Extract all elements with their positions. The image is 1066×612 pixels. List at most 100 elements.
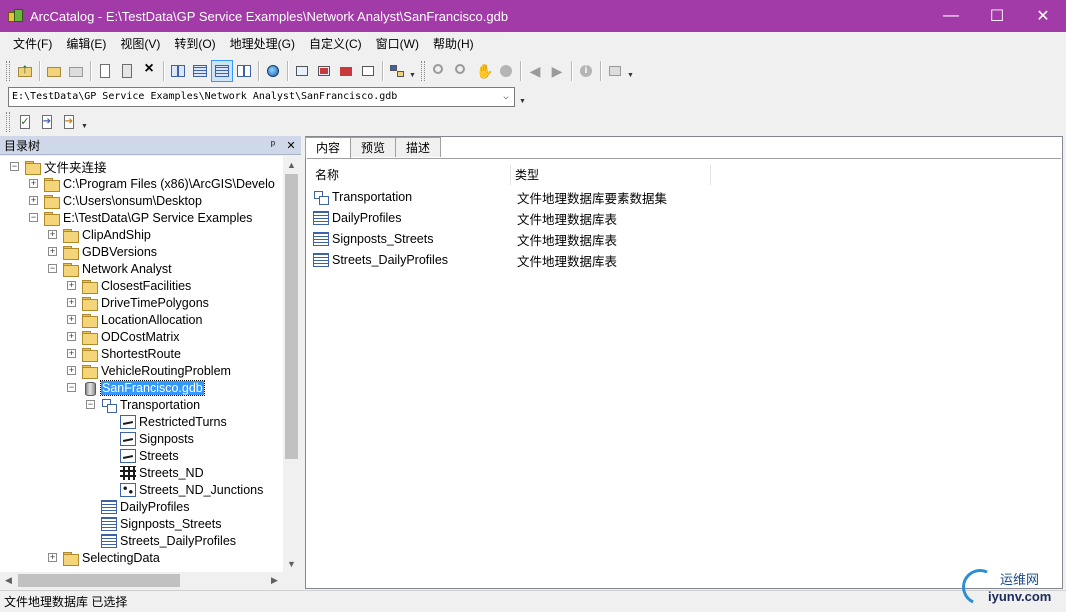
tree-vertical-scrollbar[interactable]: ▲ ▼	[283, 156, 300, 572]
toolbar-overflow-dropdown[interactable]: ▼	[626, 61, 635, 81]
close-button[interactable]: ✕	[1020, 0, 1066, 32]
list-view-button[interactable]	[189, 60, 211, 82]
location-toolbar-dropdown[interactable]: ▼	[518, 87, 527, 107]
catalog-tree-window-button[interactable]	[291, 60, 313, 82]
full-extent-button[interactable]	[495, 60, 517, 82]
python-window-button[interactable]	[357, 60, 379, 82]
menu-window[interactable]: 窗口(W)	[369, 34, 426, 54]
menu-file[interactable]: 文件(F)	[6, 34, 59, 54]
tree-node[interactable]: − E:\TestData\GP Service Examples	[29, 209, 252, 226]
scroll-thumb[interactable]	[18, 574, 180, 587]
toolbar-grip[interactable]	[421, 61, 425, 81]
delete-button[interactable]: ×	[138, 60, 160, 82]
expand-icon[interactable]: +	[48, 230, 57, 239]
tree-node[interactable]: + LocationAllocation	[67, 311, 202, 328]
tree-node[interactable]: + ClipAndShip	[48, 226, 151, 243]
tab-preview[interactable]: 预览	[350, 137, 397, 157]
panel-close-icon[interactable]: ✕	[283, 137, 299, 153]
expand-icon[interactable]: +	[48, 553, 57, 562]
collapse-icon[interactable]: −	[10, 162, 19, 171]
column-header-name[interactable]: 名称	[311, 165, 511, 185]
tree-node[interactable]: Streets	[105, 447, 179, 464]
tree-node[interactable]: + VehicleRoutingProblem	[67, 362, 231, 379]
tree-node[interactable]: Signposts	[105, 430, 194, 447]
collapse-icon[interactable]: −	[29, 213, 38, 222]
arctoolbox-window-button[interactable]	[335, 60, 357, 82]
toolbar-overflow-dropdown[interactable]: ▼	[408, 61, 417, 81]
minimize-button[interactable]: —	[928, 0, 974, 32]
tree-node[interactable]: + ShortestRoute	[67, 345, 181, 362]
list-item[interactable]: Signposts_Streets 文件地理数据库表	[313, 229, 617, 249]
toolbar-overflow-dropdown[interactable]: ▼	[80, 112, 89, 132]
tree-node[interactable]: Signposts_Streets	[86, 515, 221, 532]
tree-node[interactable]: + SelectingData	[48, 549, 160, 566]
scroll-down-icon[interactable]: ▼	[283, 555, 300, 572]
expand-icon[interactable]: +	[67, 298, 76, 307]
location-combobox[interactable]: E:\TestData\GP Service Examples\Network …	[8, 87, 515, 107]
tree-node[interactable]: Streets_DailyProfiles	[86, 532, 236, 549]
expand-icon[interactable]: +	[29, 196, 38, 205]
model-builder-button[interactable]	[386, 60, 408, 82]
pan-button[interactable]: ✋	[473, 60, 495, 82]
zoom-in-button[interactable]	[429, 60, 451, 82]
toolbar-grip[interactable]	[6, 61, 10, 81]
tree-node[interactable]: Streets_ND	[105, 464, 204, 481]
menu-view[interactable]: 视图(V)	[113, 34, 167, 54]
tree-horizontal-scrollbar[interactable]: ◀ ▶	[0, 572, 283, 589]
collapse-icon[interactable]: −	[48, 264, 57, 273]
scroll-left-icon[interactable]: ◀	[0, 572, 17, 589]
expand-icon[interactable]: +	[29, 179, 38, 188]
tree-node[interactable]: + ODCostMatrix	[67, 328, 179, 345]
tree-node-folder-connections[interactable]: − 文件夹连接	[10, 158, 107, 175]
maximize-button[interactable]: ☐	[974, 0, 1020, 32]
search-window-button[interactable]	[313, 60, 335, 82]
create-thumbnail-button[interactable]	[604, 60, 626, 82]
chevron-down-icon[interactable]: ⌵	[498, 88, 514, 106]
collapse-icon[interactable]: −	[67, 383, 76, 392]
tree-node[interactable]: + C:\Users\onsum\Desktop	[29, 192, 202, 209]
disconnect-folder-button[interactable]	[65, 60, 87, 82]
zoom-out-button[interactable]	[451, 60, 473, 82]
collapse-icon[interactable]: −	[86, 400, 95, 409]
tree-node[interactable]: − Transportation	[86, 396, 200, 413]
list-item[interactable]: Streets_DailyProfiles 文件地理数据库表	[313, 250, 617, 270]
menu-edit[interactable]: 编辑(E)	[59, 34, 113, 54]
tree-node[interactable]: − Network Analyst	[48, 260, 172, 277]
scroll-thumb[interactable]	[285, 174, 298, 459]
tree-node-selected[interactable]: − SanFrancisco.gdb	[67, 379, 205, 396]
export-metadata-button[interactable]: ➔	[58, 111, 80, 133]
menu-help[interactable]: 帮助(H)	[426, 34, 481, 54]
tree-node[interactable]: + DriveTimePolygons	[67, 294, 209, 311]
large-icons-button[interactable]	[167, 60, 189, 82]
edit-metadata-button[interactable]: ✓	[14, 111, 36, 133]
copy-button[interactable]	[94, 60, 116, 82]
tree-node[interactable]: + GDBVersions	[48, 243, 157, 260]
title-bar[interactable]: ArcCatalog - E:\TestData\GP Service Exam…	[0, 0, 1066, 32]
launch-arcmap-button[interactable]	[262, 60, 284, 82]
back-button[interactable]: ◀	[524, 60, 546, 82]
tree-node[interactable]: + C:\Program Files (x86)\ArcGIS\Develo	[29, 175, 275, 192]
identify-button[interactable]: i	[575, 60, 597, 82]
expand-icon[interactable]: +	[48, 247, 57, 256]
menu-geoprocessing[interactable]: 地理处理(G)	[223, 34, 302, 54]
contents-list[interactable]: 名称 类型 Transportation 文件地理数据库要素数据集 DailyP…	[307, 158, 1061, 588]
thumbnails-button[interactable]	[233, 60, 255, 82]
scroll-up-icon[interactable]: ▲	[283, 156, 300, 173]
tree-node[interactable]: RestrictedTurns	[105, 413, 227, 430]
tab-description[interactable]: 描述	[395, 137, 442, 157]
tree-node[interactable]: DailyProfiles	[86, 498, 189, 515]
tree-node[interactable]: + ClosestFacilities	[67, 277, 191, 294]
column-header-type[interactable]: 类型	[511, 165, 711, 185]
list-item[interactable]: Transportation 文件地理数据库要素数据集	[313, 187, 667, 207]
toolbar-grip[interactable]	[6, 112, 10, 132]
expand-icon[interactable]: +	[67, 349, 76, 358]
forward-button[interactable]: ▶	[546, 60, 568, 82]
details-view-button[interactable]	[211, 60, 233, 82]
connect-folder-button[interactable]	[43, 60, 65, 82]
tab-contents[interactable]: 内容	[305, 137, 352, 158]
scroll-right-icon[interactable]: ▶	[266, 572, 283, 589]
menu-customize[interactable]: 自定义(C)	[302, 34, 369, 54]
catalog-tree[interactable]: − 文件夹连接 + C:\Program Files (x86)\ArcGIS\De…	[0, 156, 283, 572]
list-item[interactable]: DailyProfiles 文件地理数据库表	[313, 208, 617, 228]
tree-node[interactable]: Streets_ND_Junctions	[105, 481, 263, 498]
